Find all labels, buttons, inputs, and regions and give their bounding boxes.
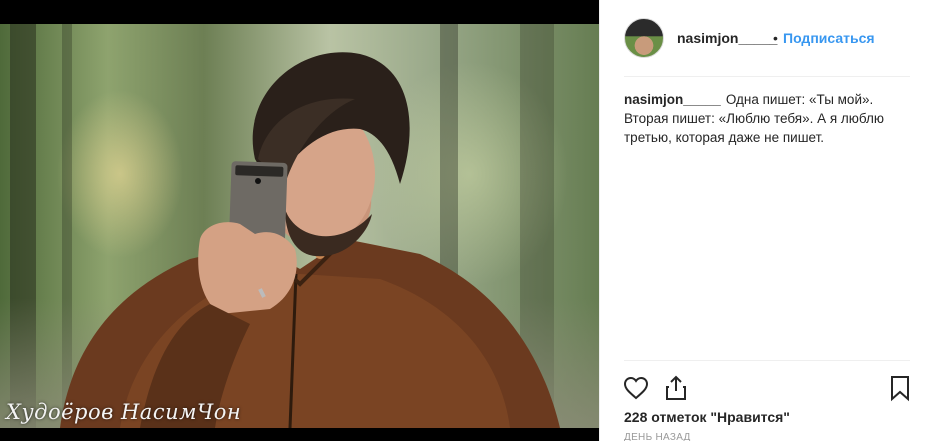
post-timestamp: ДЕНЬ НАЗАД bbox=[624, 432, 691, 441]
header-username-link[interactable]: nasimjon_____ bbox=[677, 30, 777, 46]
person-illustration bbox=[60, 52, 560, 428]
like-count[interactable]: 228 отметок "Нравится" bbox=[624, 409, 790, 425]
post-photo-frame: Худоёров НасимЧон bbox=[0, 0, 599, 441]
avatar[interactable] bbox=[624, 18, 664, 58]
photo-watermark: Худоёров НасимЧон bbox=[6, 400, 242, 424]
post-side-panel: nasimjon_____ • Подписаться nasimjon____… bbox=[599, 0, 929, 441]
bookmark-icon bbox=[891, 376, 909, 402]
share-icon bbox=[666, 375, 686, 400]
heart-icon bbox=[623, 376, 649, 400]
like-button[interactable] bbox=[620, 372, 652, 404]
post-photo[interactable]: Худоёров НасимЧон bbox=[0, 24, 599, 428]
header-separator: • bbox=[773, 30, 778, 46]
post-caption: nasimjon_____ Одна пишет: «Ты мой». Втора… bbox=[624, 90, 909, 147]
follow-button[interactable]: Подписаться bbox=[783, 30, 875, 46]
caption-username-link[interactable]: nasimjon_____ bbox=[624, 92, 721, 107]
actions-divider bbox=[624, 360, 910, 361]
header-divider bbox=[624, 76, 910, 77]
share-button[interactable] bbox=[660, 372, 692, 404]
save-button[interactable] bbox=[884, 372, 916, 404]
post-actions bbox=[620, 372, 916, 404]
